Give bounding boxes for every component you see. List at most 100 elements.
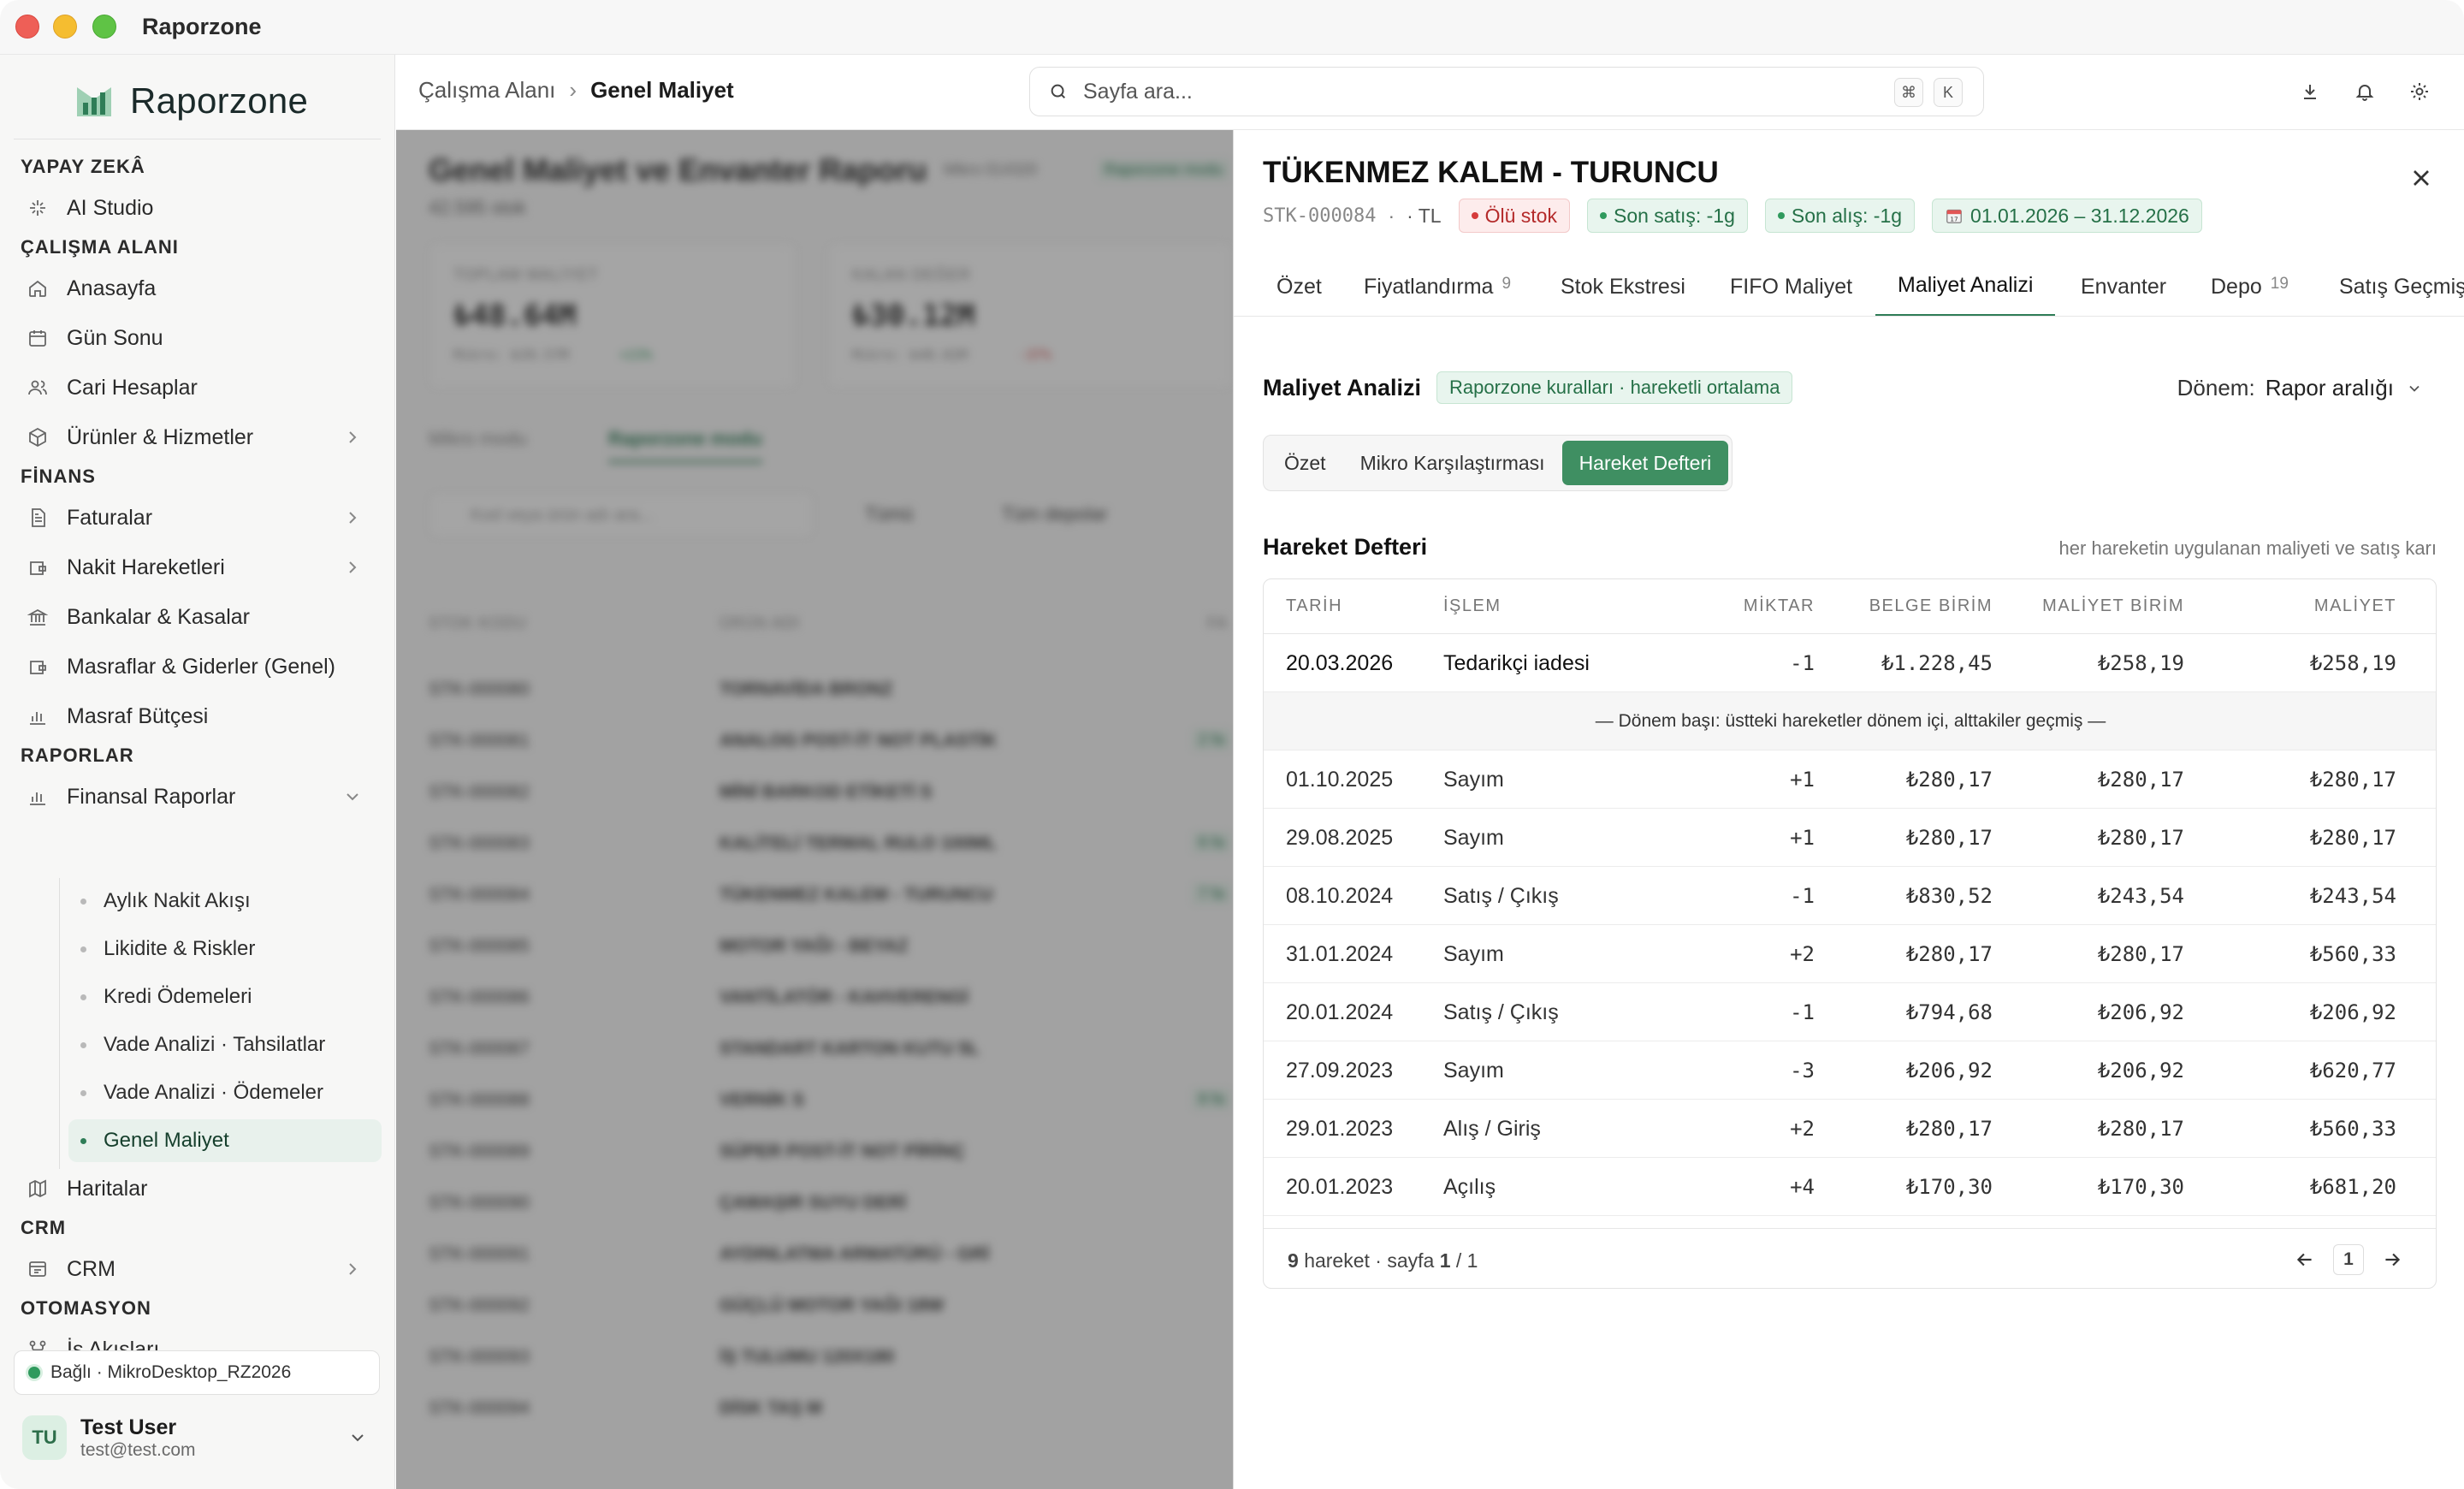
bell-icon	[2355, 85, 2374, 101]
column-header-quantity[interactable]: MİKTAR	[1744, 596, 1815, 616]
avatar: TU	[22, 1415, 67, 1460]
sidebar-item-financial-reports[interactable]: Finansal Raporlar	[21, 775, 378, 818]
tab-pricing[interactable]: Fiyatlandırma 9	[1364, 257, 1511, 316]
chevron-down-icon	[346, 793, 358, 801]
tab-fifo-cost[interactable]: FIFO Maliyet	[1730, 257, 1852, 316]
section-label-crm: CRM	[21, 1217, 67, 1238]
close-icon[interactable]	[2408, 164, 2435, 192]
column-header-date[interactable]: TARİH	[1286, 596, 1342, 616]
table-row[interactable]: 20.03.2026 Tedarikçi iadesi -1 ₺1.228,45…	[1264, 634, 2436, 692]
tab-inventory[interactable]: Envanter	[2081, 257, 2166, 316]
cell-cost-unit: ₺280,17	[2097, 768, 2184, 792]
column-header-operation[interactable]: İŞLEM	[1443, 596, 1502, 616]
connected-dot-icon	[28, 1367, 40, 1379]
cell-cost-unit: ₺258,19	[2097, 651, 2184, 675]
sidebar-item-budget[interactable]: Masraf Bütçesi	[21, 695, 378, 738]
sidebar-subitem-general-cost[interactable]: Genel Maliyet	[68, 1119, 382, 1162]
product-detail-panel: TÜKENMEZ KALEM - TURUNCU STK-000084 · · …	[1233, 130, 2464, 1489]
segment-mikro-comparison[interactable]: Mikro Karşılaştırması	[1343, 441, 1562, 485]
download-button[interactable]	[2295, 77, 2325, 106]
table-footer: 9 hareket · sayfa 1 / 1 1	[1264, 1228, 2436, 1288]
column-header-cost-unit[interactable]: MALİYET BİRİM	[2042, 596, 2184, 616]
close-window-button[interactable]	[15, 15, 39, 39]
cell-date: 29.08.2025	[1286, 826, 1394, 850]
table-row[interactable]: 20.01.2024 Satış / Çıkış -1 ₺794,68 ₺206,92 ₺…	[1264, 983, 2436, 1041]
cell-cost-unit: ₺280,17	[2097, 942, 2184, 966]
arrow-left-icon[interactable]	[2294, 1249, 2316, 1271]
cell-cost-unit: ₺206,92	[2097, 1000, 2184, 1024]
sidebar-item-maps[interactable]: Haritalar	[21, 1167, 378, 1210]
arrow-right-icon[interactable]	[2381, 1249, 2403, 1271]
modal-overlay[interactable]	[396, 130, 1233, 1489]
tab-summary[interactable]: Özet	[1276, 257, 1322, 316]
search-input[interactable]: Sayfa ara... ⌘ K	[1029, 67, 1984, 116]
sidebar-subitem-label: Likidite & Riskler	[104, 937, 256, 960]
sidebar-item-products[interactable]: Ürünler & Hizmetler	[21, 416, 378, 459]
period-value: Rapor aralığı	[2265, 375, 2394, 400]
search-placeholder: Sayfa ara...	[1083, 79, 1193, 104]
sidebar-item-label: Cari Hesaplar	[67, 375, 198, 400]
bullet-dot	[80, 1041, 86, 1048]
sidebar-item-home[interactable]: Anasayfa	[21, 267, 378, 310]
sidebar-item-day-end[interactable]: Gün Sonu	[21, 317, 378, 359]
table-header: TARİH İŞLEM MİKTAR BELGE BİRİM MALİYET B…	[1264, 579, 2436, 634]
segment-summary[interactable]: Özet	[1267, 441, 1343, 485]
sidebar-item-cash-flows[interactable]: Nakit Hareketleri	[21, 546, 378, 589]
sidebar-item-label: Haritalar	[67, 1176, 148, 1201]
sidebar-item-label: Anasayfa	[67, 276, 157, 300]
chevron-right-icon	[349, 512, 357, 524]
tab-cost-analysis[interactable]: Maliyet Analizi	[1875, 257, 2056, 316]
column-header-doc-unit[interactable]: BELGE BİRİM	[1869, 596, 1993, 616]
sidebar-item-invoices[interactable]: Faturalar	[21, 496, 378, 539]
sidebar-item-expenses[interactable]: Masraflar & Giderler (Genel)	[21, 645, 378, 688]
cell-cost: ₺243,54	[2309, 884, 2396, 908]
chevron-down-icon	[352, 1434, 364, 1442]
table-row[interactable]: 29.08.2025 Sayım +1 ₺280,17 ₺280,17 ₺280,17	[1264, 809, 2436, 867]
sidebar-subitem-maturity-collections[interactable]: Vade Analizi · Tahsilatlar	[68, 1023, 382, 1066]
zoom-window-button[interactable]	[92, 15, 116, 39]
page-button-current[interactable]: 1	[2333, 1244, 2364, 1275]
sidebar-item-accounts[interactable]: Cari Hesaplar	[21, 366, 378, 409]
app-logo[interactable]: Raporzone	[75, 80, 308, 122]
table-row[interactable]: 08.10.2024 Satış / Çıkış -1 ₺830,52 ₺243,54 ₺…	[1264, 867, 2436, 925]
bullet-dot	[80, 946, 86, 952]
sidebar-subitem-monthly-cash-flow[interactable]: Aylık Nakit Akışı	[68, 880, 382, 922]
cell-date: 01.10.2025	[1286, 768, 1394, 792]
sidebar-subitem-loan-payments[interactable]: Kredi Ödemeleri	[68, 976, 382, 1018]
sidebar-subitem-liquidity[interactable]: Likidite & Riskler	[68, 928, 382, 970]
tab-stock-statement[interactable]: Stok Ekstresi	[1561, 257, 1685, 316]
cell-doc-unit: ₺170,30	[1905, 1175, 1993, 1199]
sidebar-item-ai-studio[interactable]: AI Studio	[21, 187, 378, 229]
map-icon	[26, 1177, 50, 1201]
user-menu[interactable]: TU Test User test@test.com	[14, 1402, 380, 1474]
cell-quantity: -1	[1790, 884, 1815, 908]
tab-warehouse[interactable]: Depo 19	[2211, 257, 2289, 316]
date-range-badge[interactable]: 17 01.01.2026 – 31.12.2026	[1932, 199, 2202, 233]
logo-mark-icon	[77, 87, 111, 116]
cell-cost-unit: ₺206,92	[2097, 1059, 2184, 1083]
sun-icon	[2411, 83, 2428, 100]
chevron-down-icon	[2409, 385, 2420, 392]
sidebar-item-label: CRM	[67, 1256, 116, 1281]
settings-button[interactable]	[2405, 77, 2434, 106]
user-name: Test User	[80, 1415, 177, 1439]
table-row[interactable]: 27.09.2023 Sayım -3 ₺206,92 ₺206,92 ₺620,77	[1264, 1041, 2436, 1100]
table-row[interactable]: 31.01.2024 Sayım +2 ₺280,17 ₺280,17 ₺560,33	[1264, 925, 2436, 983]
period-selector[interactable]: Dönem: Rapor aralığı	[2177, 375, 2423, 401]
sidebar-subitem-maturity-payments[interactable]: Vade Analizi · Ödemeler	[68, 1071, 382, 1114]
tab-sales-history[interactable]: Satış Geçmişi	[2339, 257, 2464, 316]
notifications-button[interactable]	[2350, 77, 2379, 106]
tab-label: Satış Geçmişi	[2339, 274, 2464, 299]
sidebar-item-crm[interactable]: CRM	[21, 1248, 378, 1290]
wallet-icon	[26, 655, 50, 679]
minimize-window-button[interactable]	[53, 15, 77, 39]
segment-ledger[interactable]: Hareket Defteri	[1561, 441, 1729, 485]
breadcrumb-item[interactable]: Çalışma Alanı	[418, 77, 555, 104]
sidebar-item-banks[interactable]: Bankalar & Kasalar	[21, 596, 378, 638]
column-header-cost[interactable]: MALİYET	[2314, 596, 2396, 616]
table-row[interactable]: 20.01.2023 Açılış +4 ₺170,30 ₺170,30 ₺681,20	[1264, 1158, 2436, 1216]
table-row[interactable]: 01.10.2025 Sayım +1 ₺280,17 ₺280,17 ₺280,17	[1264, 750, 2436, 809]
connection-status[interactable]: Bağlı · MikroDesktop_RZ2026	[14, 1350, 380, 1395]
sidebar-item-label: Masraflar & Giderler (Genel)	[67, 654, 335, 679]
table-row[interactable]: 29.01.2023 Alış / Giriş +2 ₺280,17 ₺280,17 ₺5…	[1264, 1100, 2436, 1158]
